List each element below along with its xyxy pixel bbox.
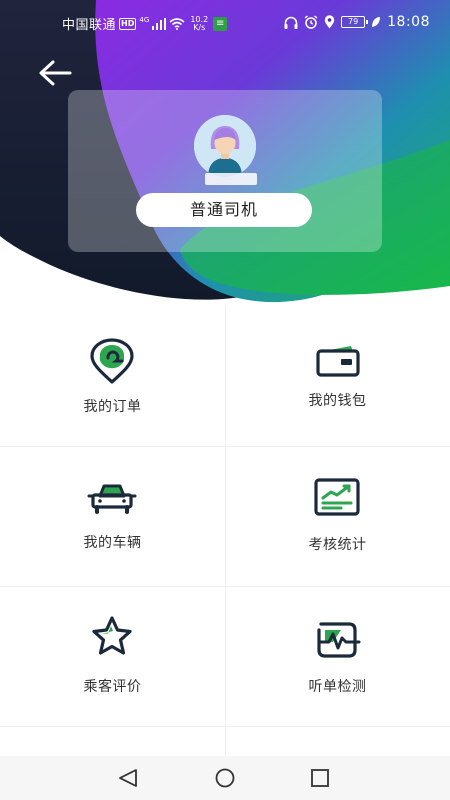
avatar[interactable] xyxy=(194,115,256,177)
hd-badge: HD xyxy=(119,17,137,30)
signal-icon xyxy=(152,17,167,30)
nav-home-button[interactable] xyxy=(205,764,245,792)
nav-recents-icon xyxy=(311,769,329,787)
headphones-icon xyxy=(284,16,298,29)
menu-grid: 我的订单 我的钱包 我的车辆 考核统计 乘客评价 听单检测 xyxy=(0,306,450,756)
chart-board-icon xyxy=(314,478,360,516)
profile-card: 普通司机 xyxy=(68,90,382,252)
status-bar: 中国联通 HD 4G 10.2 K/s ≡ 79 18:08 xyxy=(0,0,450,44)
system-nav-bar xyxy=(0,756,450,800)
divider xyxy=(0,726,450,727)
menu-item-orders[interactable]: 我的订单 xyxy=(0,306,225,446)
avatar-girl-icon xyxy=(194,115,256,177)
leaf-icon xyxy=(372,17,381,27)
clock: 18:08 xyxy=(387,14,430,30)
menu-item-wallet[interactable]: 我的钱包 xyxy=(225,306,450,446)
nav-home-icon xyxy=(215,768,235,788)
alarm-icon xyxy=(304,15,318,29)
network-type: 4G xyxy=(139,15,150,24)
network-speed-unit: K/s xyxy=(193,22,206,32)
nav-back-icon xyxy=(119,769,137,787)
name-redaction xyxy=(205,173,257,185)
menu-item-order-detection[interactable]: 听单检测 xyxy=(225,586,450,726)
battery-indicator: 79 xyxy=(341,16,369,28)
menu-label: 我的钱包 xyxy=(308,393,367,409)
menu-label: 乘客评价 xyxy=(83,679,142,695)
wallet-icon xyxy=(316,346,360,377)
nav-back-button[interactable] xyxy=(108,764,148,792)
menu-item-vehicles[interactable]: 我的车辆 xyxy=(0,446,225,586)
driver-role-badge[interactable]: 普通司机 xyxy=(136,193,312,227)
location-icon xyxy=(324,15,335,29)
menu-item-statistics[interactable]: 考核统计 xyxy=(225,446,450,586)
menu-item-reviews[interactable]: 乘客评价 xyxy=(0,586,225,726)
pulse-monitor-icon xyxy=(317,622,361,658)
wifi-icon xyxy=(169,17,185,30)
network-speed: 10.2 K/s xyxy=(188,15,210,32)
arrow-left-icon xyxy=(39,60,72,86)
menu-label: 考核统计 xyxy=(308,537,367,553)
eco-mode-icon: ≡ xyxy=(213,16,228,31)
back-button[interactable] xyxy=(36,56,76,90)
menu-label: 我的车辆 xyxy=(83,535,142,551)
menu-label: 听单检测 xyxy=(308,679,367,695)
car-icon xyxy=(87,484,137,514)
star-icon xyxy=(92,616,132,655)
nav-recents-button[interactable] xyxy=(300,764,340,792)
order-pin-icon xyxy=(90,338,134,384)
carrier-label: 中国联通 xyxy=(62,18,117,33)
menu-label: 我的订单 xyxy=(83,399,142,415)
